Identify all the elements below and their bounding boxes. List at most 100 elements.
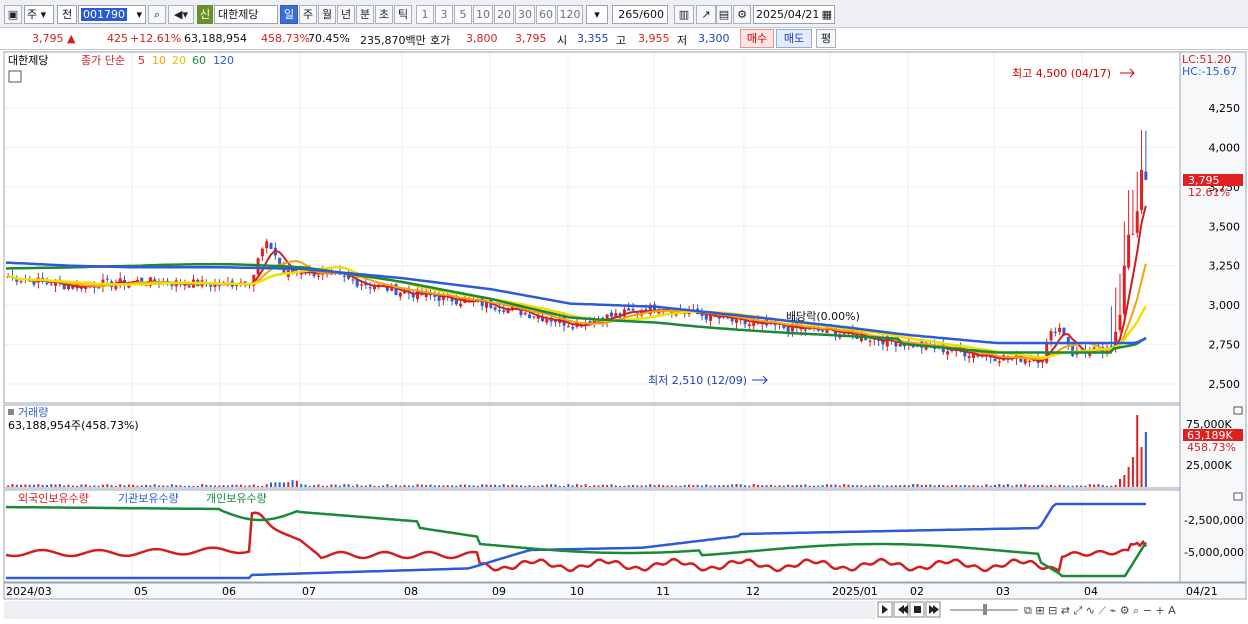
period-week-button[interactable]: 주 <box>299 5 317 24</box>
volume-bar <box>881 485 884 487</box>
volume-bar <box>364 485 367 487</box>
volume-bar <box>782 485 785 487</box>
x-axis-label: 10 <box>570 585 584 598</box>
ma-legend-5: 5 <box>138 54 145 67</box>
volume-bar <box>541 485 544 487</box>
volume-bar <box>321 485 324 487</box>
volume-bar <box>183 485 186 487</box>
interval-60-button[interactable]: 60 <box>536 5 556 24</box>
volume-bar <box>597 485 600 487</box>
stock-name-field[interactable]: 대한제당 <box>214 5 278 24</box>
period-month-button[interactable]: 월 <box>318 5 336 24</box>
volume-bar <box>899 485 902 487</box>
date-input[interactable]: 2025/04/21 ▦ <box>753 5 835 24</box>
chart-area[interactable]: 대한제당 종가 단순 5 10 20 60 120 LC:51.20 HC:-1… <box>0 50 1248 621</box>
volume-bar <box>373 485 376 487</box>
volume-bar <box>382 485 385 487</box>
interval-120-button[interactable]: 120 <box>557 5 583 24</box>
zoom-slider-thumb[interactable] <box>983 604 987 615</box>
volume-bar <box>287 482 290 487</box>
candle-body <box>1135 211 1139 233</box>
period-tick-button[interactable]: 틱 <box>394 5 412 24</box>
interval-20-button[interactable]: 20 <box>494 5 514 24</box>
price-tick-label: 2,500 <box>1209 378 1241 391</box>
interval-1-button[interactable]: 1 <box>416 5 434 24</box>
low-label: 저 <box>677 34 688 47</box>
volume-bar <box>192 485 195 487</box>
count-input[interactable]: 265/600 <box>612 5 668 24</box>
volume-bar <box>58 484 61 487</box>
search-icon[interactable]: ⌕ <box>148 5 166 24</box>
interval-30-button[interactable]: 30 <box>515 5 535 24</box>
open-label: 시 <box>557 34 568 47</box>
volume-bar <box>537 485 540 487</box>
volume-bar <box>821 485 824 487</box>
ma-legend-60: 60 <box>192 54 206 67</box>
volume-bar <box>985 484 988 487</box>
stock-chart[interactable]: 대한제당 종가 단순 5 10 20 60 120 LC:51.20 HC:-1… <box>0 50 1248 621</box>
candle-body <box>360 284 364 286</box>
window-icon[interactable]: ▣ <box>4 5 22 24</box>
buy-button[interactable]: 매수 <box>740 29 774 48</box>
volume-bar <box>1006 484 1009 487</box>
candle-body <box>269 243 273 249</box>
volume-bar <box>274 482 277 487</box>
volume-bar <box>795 484 798 487</box>
code-input[interactable]: 001790 ▾ <box>78 5 146 24</box>
interval-10-button[interactable]: 10 <box>473 5 493 24</box>
gear-icon[interactable]: ⚙ <box>733 5 751 24</box>
volume-bar <box>1024 484 1027 487</box>
crosshair-icon[interactable]: ↗ <box>696 5 716 24</box>
candle-body <box>528 314 532 318</box>
holdings-tick-2500000: -2,500,000 <box>1184 514 1244 527</box>
calculator-icon[interactable] <box>8 70 22 83</box>
volume-bar <box>614 485 617 487</box>
save-icon[interactable]: ▤ <box>716 5 732 24</box>
candle-body <box>993 358 997 362</box>
volume-bar <box>175 485 178 487</box>
volume-bar <box>903 484 906 487</box>
volume-bar <box>869 485 872 487</box>
type-select[interactable]: 주 ▾ <box>24 5 54 24</box>
eval-button[interactable]: 평 <box>816 29 836 48</box>
period-second-button[interactable]: 초 <box>375 5 393 24</box>
volume-bar <box>326 485 329 487</box>
volume-bar <box>420 484 423 487</box>
chart-scrollbar[interactable] <box>4 601 876 619</box>
sell-button[interactable]: 매도 <box>776 29 812 48</box>
interval-3-button[interactable]: 3 <box>435 5 453 24</box>
volume-bar <box>239 484 242 487</box>
volume-bar <box>713 485 716 487</box>
close-icon[interactable] <box>1233 406 1243 415</box>
volume-bar <box>84 484 87 487</box>
x-axis-label: 2024/03 <box>6 585 52 598</box>
volume-bar <box>610 484 613 487</box>
interval-dropdown[interactable]: ▾ <box>586 5 608 24</box>
volume-bar <box>317 484 320 487</box>
volume-bar <box>507 485 510 487</box>
volume-bar <box>1019 484 1022 487</box>
volume-bar <box>636 485 639 487</box>
candle-style-icon[interactable]: ▥ <box>674 5 694 24</box>
volume-bar <box>739 484 742 487</box>
volume-bar <box>67 484 70 487</box>
candle-body <box>1144 171 1148 180</box>
volume-bar <box>11 484 14 487</box>
period-minute-button[interactable]: 분 <box>356 5 374 24</box>
all-label: 전 <box>61 8 73 21</box>
volume-bar <box>847 484 850 487</box>
close-icon[interactable] <box>1233 492 1243 501</box>
volume-bar <box>838 485 841 487</box>
period-year-button[interactable]: 년 <box>337 5 355 24</box>
volume-bar <box>136 485 139 487</box>
period-day-button[interactable]: 일 <box>280 5 298 24</box>
speaker-icon[interactable]: ◀▾ <box>168 5 194 24</box>
volume-bar <box>623 485 626 487</box>
volume-bar <box>817 485 820 487</box>
volume-bar <box>334 484 337 487</box>
layout-icons[interactable]: ⧉ ⊞ ⊟ ⇄ ⤢ ∿ ⟋ ⌁ ⚙ ⌕ − + A <box>1024 604 1176 617</box>
all-button[interactable]: 전 <box>57 5 77 24</box>
volume-bar <box>890 485 893 487</box>
volume-bar <box>718 485 721 487</box>
interval-5-button[interactable]: 5 <box>454 5 472 24</box>
